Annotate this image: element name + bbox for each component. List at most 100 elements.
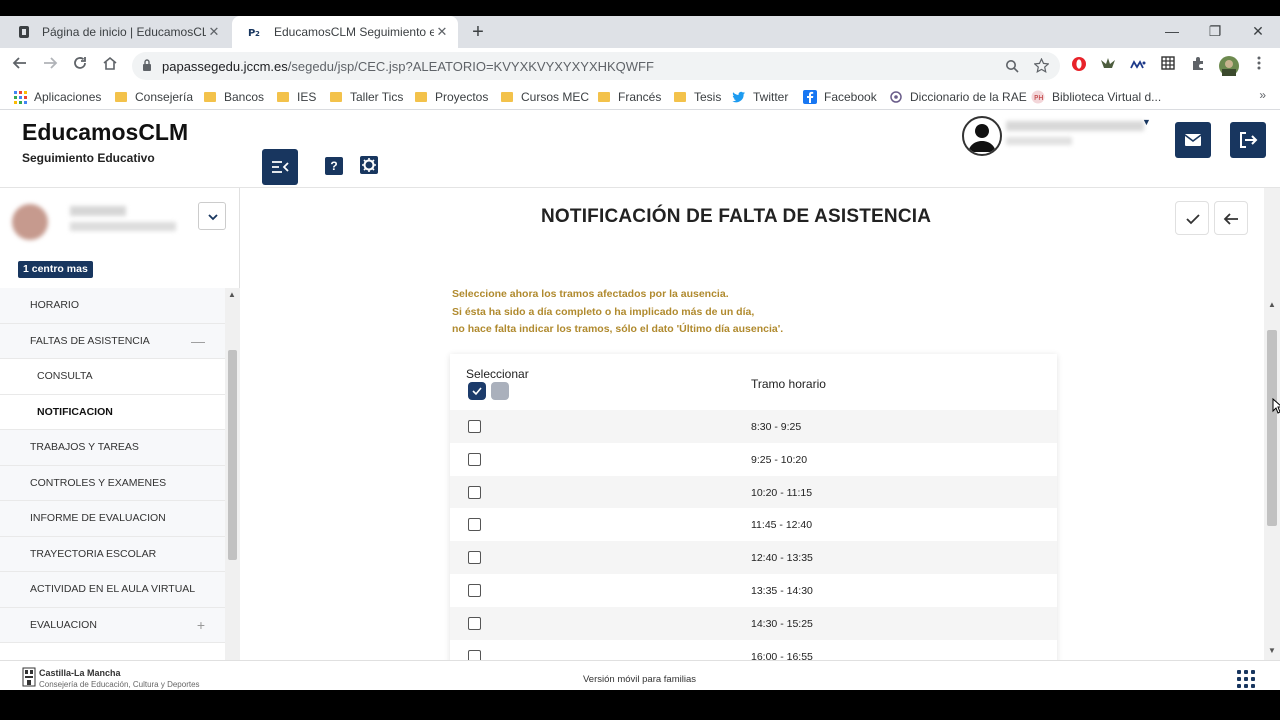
instructions-text: Seleccione ahora los tramos afectados po… [452, 286, 783, 339]
chevron-down-icon [208, 214, 218, 221]
tramo-checkbox[interactable] [468, 551, 481, 565]
bookmark-folder[interactable]: Taller Tics [330, 88, 403, 106]
sidebar-item-trayectoria[interactable]: TRAYECTORIA ESCOLAR [0, 536, 225, 572]
folder-icon [598, 92, 610, 102]
bookmark-folder[interactable]: Tesis [674, 88, 721, 106]
opera-extension-icon[interactable] [1069, 56, 1089, 76]
grid-extension-icon[interactable] [1158, 56, 1178, 76]
home-icon[interactable] [98, 54, 122, 78]
tramo-checkbox[interactable] [468, 649, 481, 660]
tramo-time: 16:00 - 16:55 [751, 650, 813, 660]
help-icon[interactable]: ? [325, 157, 343, 175]
sidebar-item-informe[interactable]: INFORME DE EVALUACION [0, 501, 225, 537]
bookmark-folder[interactable]: Proyectos [415, 88, 488, 106]
browser-menu-icon[interactable] [1249, 56, 1269, 76]
restore-button[interactable]: ❐ [1193, 16, 1237, 48]
close-window-button[interactable]: ✕ [1236, 16, 1280, 48]
tab-favicon-icon: P2 [248, 24, 264, 40]
zoom-search-icon[interactable] [1005, 59, 1019, 73]
bookmark-apps[interactable]: Aplicaciones [13, 88, 101, 106]
confirm-button[interactable] [1175, 201, 1209, 235]
tab-close-icon[interactable]: ✕ [206, 24, 222, 40]
user-dropdown-caret-icon[interactable]: ▼ [1142, 117, 1151, 127]
mobile-version-link[interactable]: Versión móvil para familias [583, 674, 696, 685]
reload-icon[interactable] [68, 54, 92, 78]
tramo-checkbox[interactable] [468, 616, 481, 630]
sidebar: 1 centro mas HORARIO FALTAS DE ASISTENCI… [0, 188, 240, 660]
scroll-down-icon[interactable]: ▼ [1268, 646, 1276, 655]
student-selector-button[interactable] [198, 202, 226, 230]
bookmark-biblioteca[interactable]: PH Biblioteca Virtual d... [1031, 88, 1161, 106]
browser-tab-inicio[interactable]: Página de inicio | EducamosCLM ✕ [0, 16, 230, 48]
bookmark-facebook[interactable]: Facebook [803, 88, 877, 106]
sidebar-item-trabajos[interactable]: TRABAJOS Y TAREAS [0, 430, 225, 466]
collapse-minus-icon[interactable]: — [191, 333, 205, 349]
instruction-line: no hace falta indicar los tramos, sólo e… [452, 323, 784, 335]
sidebar-item-notificacion[interactable]: NOTIFICACION [0, 394, 225, 430]
browser-tab-seguimiento[interactable]: P2 EducamosCLM Seguimiento edu ✕ [232, 16, 458, 48]
main-scroll-thumb[interactable] [1267, 330, 1277, 526]
user-avatar[interactable] [962, 116, 1002, 156]
menu-collapse-button[interactable] [262, 149, 298, 185]
brand-subtitle: Seguimiento Educativo [22, 151, 155, 165]
main-scrollbar[interactable]: ▲ ▼ [1264, 188, 1280, 660]
bird-extension-icon[interactable] [1098, 56, 1118, 76]
sidebar-item-controles[interactable]: CONTROLES Y EXAMENES [0, 465, 225, 501]
sidebar-item-faltas[interactable]: FALTAS DE ASISTENCIA — [0, 323, 225, 359]
column-header-tramo: Tramo horario [751, 377, 826, 391]
profile-avatar-icon[interactable] [1219, 56, 1239, 76]
address-bar[interactable]: papassegedu.jccm.es/segedu/jsp/CEC.jsp?A… [132, 52, 1060, 80]
bookmark-label: Biblioteca Virtual d... [1052, 90, 1162, 104]
bookmark-folder[interactable]: Cursos MEC [501, 88, 589, 106]
messages-button[interactable] [1175, 122, 1211, 158]
minimize-button[interactable]: — [1150, 16, 1194, 48]
logout-button[interactable] [1230, 122, 1266, 158]
mark-extension-icon[interactable] [1128, 56, 1148, 76]
bookmark-star-icon[interactable] [1034, 58, 1049, 73]
sidebar-item-evaluacion[interactable]: EVALUACION + [0, 607, 225, 643]
bookmark-folder[interactable]: Bancos [204, 88, 264, 106]
extensions-puzzle-icon[interactable] [1188, 56, 1208, 76]
bookmark-folder[interactable]: Francés [598, 88, 661, 106]
deselect-all-button[interactable] [491, 382, 509, 400]
bookmarks-overflow-button[interactable]: » [1259, 88, 1266, 102]
tramo-checkbox[interactable] [468, 584, 481, 597]
tab-favicon-icon [16, 24, 32, 40]
tramo-checkbox[interactable] [468, 485, 481, 499]
sidebar-item-horario[interactable]: HORARIO [0, 288, 225, 324]
bookmark-folder[interactable]: Consejería [115, 88, 193, 106]
brand-title[interactable]: EducamosCLM [22, 119, 188, 146]
sidebar-item-aula-virtual[interactable]: ACTIVIDAD EN EL AULA VIRTUAL [0, 572, 225, 608]
scroll-up-icon[interactable]: ▲ [1268, 300, 1276, 309]
bookmark-label: Twitter [753, 90, 789, 104]
apps-grid-icon [13, 90, 27, 104]
scroll-up-icon[interactable]: ▲ [228, 290, 236, 299]
select-all-button[interactable] [468, 382, 486, 400]
tramo-checkbox[interactable] [468, 420, 481, 433]
bookmark-folder[interactable]: IES [277, 88, 316, 106]
student-name-redacted [70, 206, 126, 216]
user-role-redacted [1006, 137, 1072, 145]
forward-icon[interactable] [38, 54, 62, 78]
back-icon[interactable] [8, 54, 32, 78]
bookmark-label: Facebook [824, 90, 877, 104]
sidebar-scroll-thumb[interactable] [228, 350, 237, 560]
tab-close-icon[interactable]: ✕ [434, 24, 450, 40]
expand-plus-icon[interactable]: + [197, 617, 205, 633]
new-tab-button[interactable]: + [466, 20, 490, 44]
back-button[interactable] [1214, 201, 1248, 235]
sidebar-item-consulta[interactable]: CONSULTA [0, 359, 225, 395]
twitter-icon [732, 90, 746, 104]
settings-gear-icon[interactable] [360, 156, 378, 174]
apps-grid-icon[interactable] [1237, 670, 1255, 688]
app-header: EducamosCLM Seguimiento Educativo ? ▼ [0, 111, 1280, 188]
sidebar-item-label: FALTAS DE ASISTENCIA [30, 334, 150, 347]
tramo-checkbox[interactable] [468, 518, 481, 532]
tramo-checkbox[interactable] [468, 452, 481, 466]
bookmark-rae[interactable]: Diccionario de la RAE [889, 88, 1027, 106]
bookmark-twitter[interactable]: Twitter [732, 88, 788, 106]
sidebar-scrollbar[interactable]: ▲ [225, 288, 240, 660]
more-centers-badge[interactable]: 1 centro mas [18, 261, 93, 278]
student-avatar-redacted [12, 204, 48, 240]
folder-icon [204, 92, 216, 102]
